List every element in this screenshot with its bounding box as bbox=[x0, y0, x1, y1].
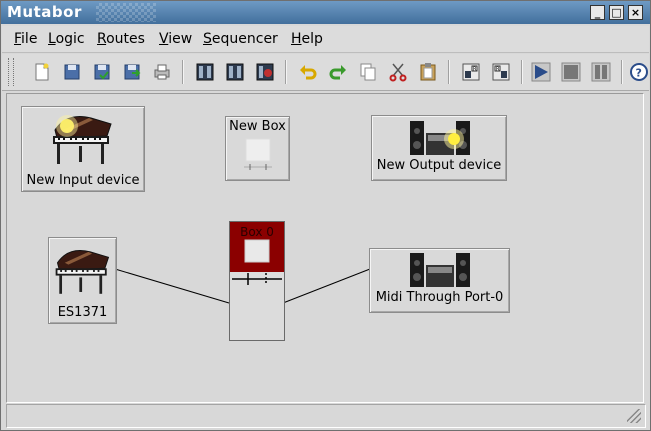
toolbar: R R ? bbox=[2, 54, 649, 91]
box-0[interactable]: Box 0 bbox=[229, 221, 285, 341]
route-load-icon[interactable]: R bbox=[461, 62, 481, 82]
toolbar-grip[interactable] bbox=[8, 58, 14, 86]
wire-box-to-output bbox=[282, 268, 371, 304]
new-output-device-label: New Output device bbox=[376, 158, 502, 173]
menu-view[interactable]: View bbox=[159, 31, 192, 47]
es1371-device-box[interactable]: ES1371 bbox=[48, 237, 117, 324]
wire-input-to-box bbox=[114, 268, 230, 304]
new-file-icon[interactable] bbox=[32, 62, 52, 82]
box-0-header: Box 0 bbox=[230, 222, 284, 272]
toolbar-separator bbox=[521, 60, 523, 84]
menu-file[interactable]: File bbox=[14, 31, 37, 47]
new-input-device-box[interactable]: New Input device bbox=[21, 106, 145, 192]
maximize-button[interactable]: □ bbox=[609, 5, 624, 20]
box-0-connectors bbox=[232, 273, 282, 285]
midi-through-label: Midi Through Port-0 bbox=[375, 290, 504, 305]
cut-icon[interactable] bbox=[388, 62, 408, 82]
route-save-icon[interactable]: R bbox=[491, 62, 511, 82]
speaker-icon bbox=[410, 253, 470, 287]
menu-bar: File Logic Routes View Sequencer Help bbox=[2, 26, 649, 53]
new-box-label: New Box bbox=[229, 119, 286, 134]
piano-icon bbox=[53, 115, 112, 164]
piano-icon bbox=[55, 250, 110, 294]
save-icon[interactable] bbox=[92, 62, 112, 82]
new-box[interactable]: New Box bbox=[225, 116, 290, 181]
stop-icon[interactable] bbox=[561, 62, 581, 82]
menu-routes[interactable]: Routes bbox=[97, 31, 145, 47]
svg-text:?: ? bbox=[636, 67, 642, 80]
close-button[interactable]: × bbox=[628, 5, 643, 20]
route-canvas[interactable]: New Input device New Box New Output devi… bbox=[6, 93, 644, 403]
resize-grip-icon[interactable] bbox=[627, 409, 641, 423]
menu-sequencer[interactable]: Sequencer bbox=[203, 31, 278, 47]
copy-icon[interactable] bbox=[358, 62, 378, 82]
logic-open-icon[interactable] bbox=[225, 62, 245, 82]
open-icon[interactable] bbox=[62, 62, 82, 82]
box-0-label: Box 0 bbox=[240, 225, 274, 239]
menu-logic[interactable]: Logic bbox=[48, 31, 85, 47]
main-window: Mutabor _ □ × File Logic Routes View Seq… bbox=[0, 0, 651, 431]
toolbar-separator bbox=[182, 60, 184, 84]
title-bar[interactable]: Mutabor _ □ × bbox=[1, 1, 650, 24]
status-bar bbox=[6, 404, 646, 428]
logic-save-icon[interactable] bbox=[255, 62, 275, 82]
redo-icon[interactable] bbox=[328, 62, 348, 82]
toolbar-separator bbox=[621, 60, 623, 84]
box-icon bbox=[244, 138, 272, 170]
logic-new-icon[interactable] bbox=[195, 62, 215, 82]
paste-icon[interactable] bbox=[418, 62, 438, 82]
box-icon bbox=[244, 239, 270, 263]
toolbar-separator bbox=[448, 60, 450, 84]
title-decoration bbox=[96, 3, 156, 22]
play-icon[interactable] bbox=[531, 62, 551, 82]
save-as-icon[interactable] bbox=[122, 62, 142, 82]
new-output-device-box[interactable]: New Output device bbox=[371, 115, 507, 181]
svg-text:R: R bbox=[496, 67, 500, 73]
undo-icon[interactable] bbox=[298, 62, 318, 82]
window-title: Mutabor bbox=[7, 3, 82, 21]
es1371-label: ES1371 bbox=[57, 305, 108, 320]
menu-help[interactable]: Help bbox=[291, 31, 323, 47]
svg-text:R: R bbox=[473, 67, 477, 73]
pause-icon[interactable] bbox=[591, 62, 611, 82]
speaker-icon bbox=[410, 121, 470, 155]
toolbar-separator bbox=[285, 60, 287, 84]
minimize-button[interactable]: _ bbox=[590, 5, 605, 20]
print-icon[interactable] bbox=[152, 62, 172, 82]
help-icon[interactable]: ? bbox=[629, 62, 649, 82]
new-input-device-label: New Input device bbox=[26, 173, 140, 188]
midi-through-device-box[interactable]: Midi Through Port-0 bbox=[369, 248, 510, 313]
